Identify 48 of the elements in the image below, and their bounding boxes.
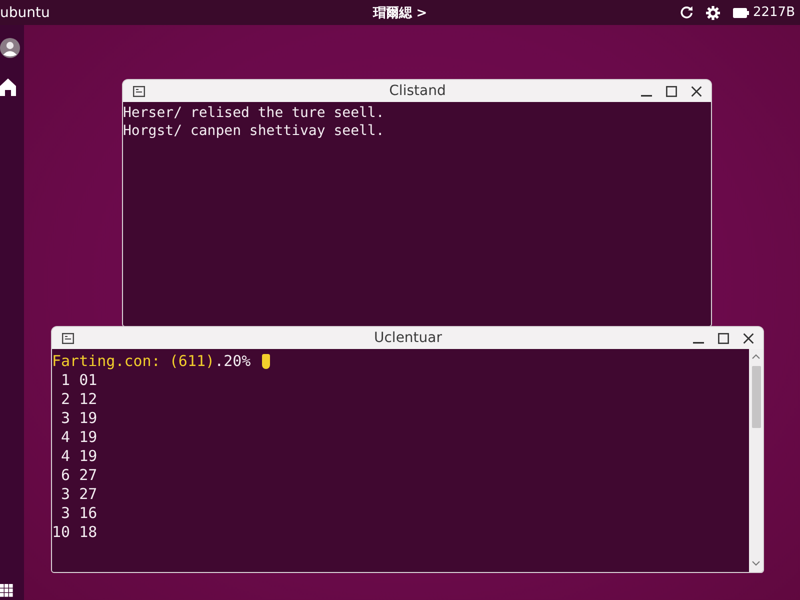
terminal-line: Herser/ relised the ture seell.: [123, 104, 386, 122]
app-grid-icon[interactable]: [0, 584, 13, 597]
row-index: 1: [60, 371, 70, 390]
window-title: Clistand: [389, 83, 446, 99]
row-value: 19: [79, 447, 98, 466]
minimize-icon[interactable]: [693, 342, 704, 344]
prompt-text: Farting.con: (611): [52, 352, 215, 371]
scroll-up-icon[interactable]: [752, 354, 760, 359]
settings-icon[interactable]: [706, 6, 720, 20]
row-value: 01: [79, 371, 98, 390]
terminal-icon[interactable]: [133, 86, 145, 96]
maximize-icon[interactable]: [718, 332, 729, 344]
scrollbar[interactable]: [749, 349, 763, 572]
row-value: 19: [79, 428, 98, 447]
close-icon[interactable]: [743, 332, 754, 344]
terminal-icon[interactable]: [62, 332, 74, 344]
row-value: 18: [79, 523, 98, 542]
scroll-down-icon[interactable]: [752, 561, 760, 566]
row-value: 27: [79, 485, 98, 504]
minimize-icon[interactable]: [641, 94, 652, 96]
close-icon[interactable]: [691, 86, 702, 96]
user-avatar-icon[interactable]: [0, 38, 20, 58]
row-value: 16: [79, 504, 98, 523]
row-value: 19: [79, 409, 98, 428]
os-label: ubuntu: [0, 4, 50, 20]
battery-icon[interactable]: [732, 8, 749, 18]
app-menu[interactable]: 瑁爾緦 >: [372, 4, 428, 22]
row-index: 3: [60, 409, 70, 428]
prompt-percentage: .20%: [214, 352, 251, 371]
cursor-icon: [262, 354, 270, 369]
terminal-line: Horgst/ canpen shettivay seell.: [123, 122, 386, 140]
row-index: 4: [60, 428, 70, 447]
row-value: 12: [79, 390, 98, 409]
home-icon[interactable]: [0, 78, 16, 96]
refresh-icon[interactable]: [680, 6, 693, 19]
row-value: 27: [79, 466, 98, 485]
row-index: 3: [60, 504, 70, 523]
clock[interactable]: 2217B: [752, 5, 795, 20]
terminal-body[interactable]: Herser/ relised the ture seell. Horgst/ canpen shettivay seell.: [123, 102, 711, 326]
row-index: 10: [52, 523, 70, 542]
maximize-icon[interactable]: [666, 86, 677, 96]
terminal-body[interactable]: Farting.con: (611).20% 1 01 2 12 3 19 4 19 4 19 6 27 3 27 3 16 10 18: [52, 349, 763, 572]
row-index: 4: [60, 447, 70, 466]
window-title: Uclentuar: [374, 330, 442, 346]
scrollbar-thumb[interactable]: [752, 366, 760, 428]
row-index: 6: [60, 466, 70, 485]
row-index: 3: [60, 485, 70, 504]
row-index: 2: [60, 390, 70, 409]
